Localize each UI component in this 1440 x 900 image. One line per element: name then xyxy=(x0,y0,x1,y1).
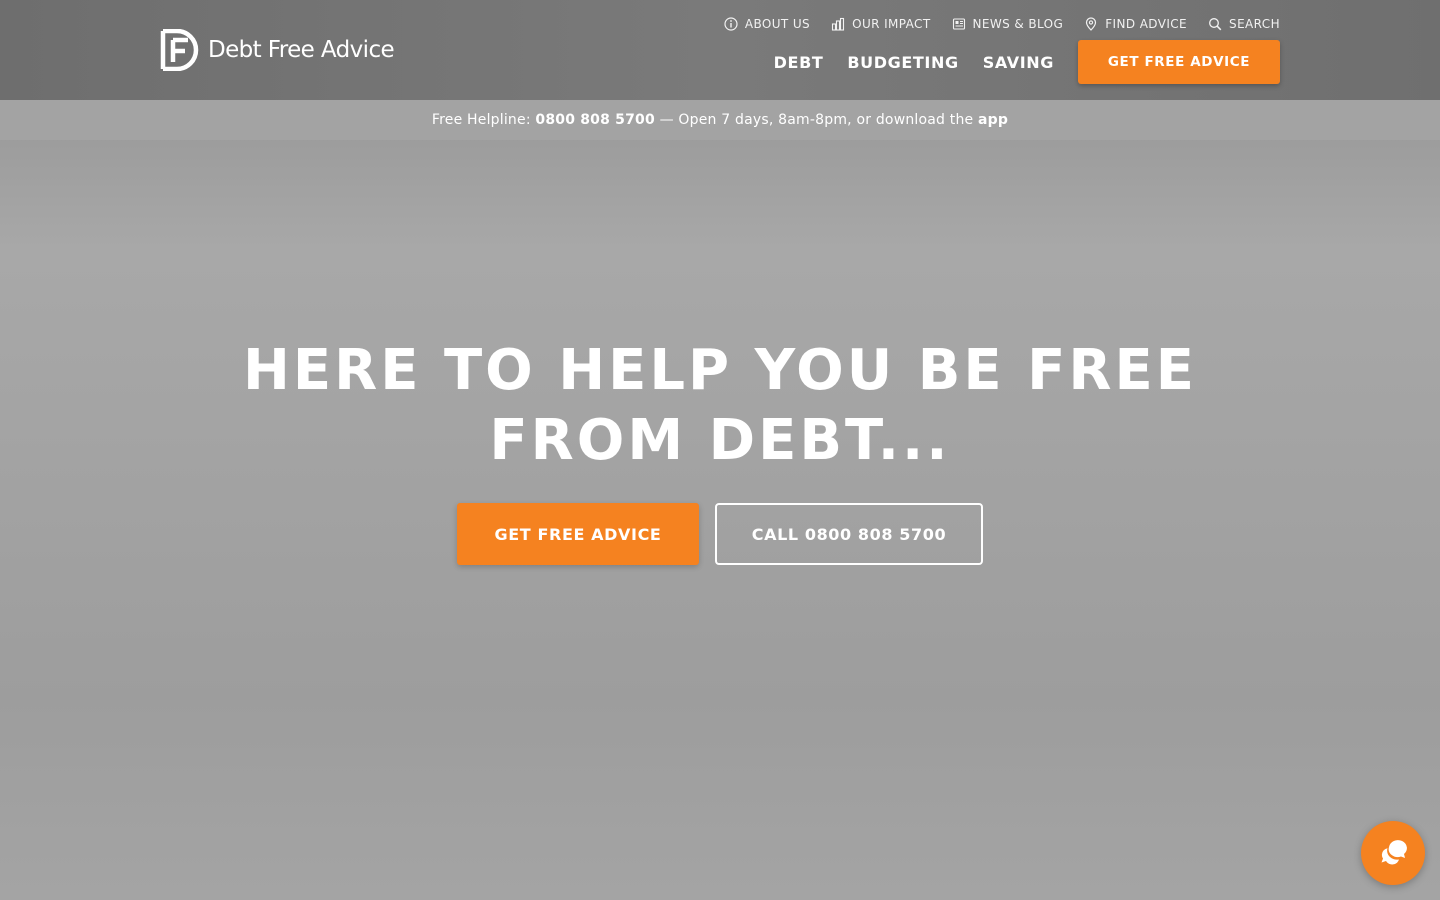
chat-widget-button[interactable] xyxy=(1361,821,1425,885)
utility-link-label: NEWS & BLOG xyxy=(972,17,1064,31)
utility-link-label: OUR IMPACT xyxy=(852,17,931,31)
search-icon xyxy=(1209,18,1222,31)
hero-call-button[interactable]: CALL 0800 808 5700 xyxy=(715,503,983,565)
utility-link-find-advice[interactable]: FIND ADVICE xyxy=(1084,17,1187,31)
app-link[interactable]: app xyxy=(978,112,1008,128)
info-icon xyxy=(724,17,738,31)
helpline-number: 0800 808 5700 xyxy=(535,112,655,128)
site-header: Debt Free Advice ABOUT US OUR IMPACT NEW… xyxy=(0,0,1440,100)
utility-link-our-impact[interactable]: OUR IMPACT xyxy=(831,17,930,31)
utility-nav: ABOUT US OUR IMPACT NEWS & BLOG FIND ADV… xyxy=(724,14,1280,34)
header-get-free-advice-button[interactable]: GET FREE ADVICE xyxy=(1078,40,1280,84)
newspaper-icon xyxy=(952,18,965,30)
utility-link-about-us[interactable]: ABOUT US xyxy=(724,17,810,31)
utility-link-label: SEARCH xyxy=(1229,17,1280,31)
helpline-bar: Free Helpline: 0800 808 5700 — Open 7 da… xyxy=(0,100,1440,140)
utility-link-label: ABOUT US xyxy=(744,17,811,31)
utility-link-search[interactable]: SEARCH xyxy=(1208,17,1280,31)
logo-text: Debt Free Advice xyxy=(208,37,395,63)
logo-mark-icon xyxy=(160,29,199,71)
hero-buttons: GET FREE ADVICE CALL 0800 808 5700 xyxy=(0,503,1440,565)
chat-icon xyxy=(1381,840,1407,865)
main-nav-budgeting[interactable]: BUDGETING xyxy=(847,53,958,72)
main-nav-debt[interactable]: DEBT xyxy=(774,53,824,72)
main-nav-saving[interactable]: SAVING xyxy=(983,53,1054,72)
map-pin-icon xyxy=(1086,17,1097,31)
helpline-prefix: Free Helpline: xyxy=(431,112,531,128)
logo-link[interactable]: Debt Free Advice xyxy=(160,29,395,71)
hero-title: HERE TO HELP YOU BE FREE FROM DEBT... xyxy=(242,338,1198,473)
main-nav: DEBT BUDGETING SAVING GET FREE ADVICE xyxy=(774,40,1280,84)
utility-link-news-blog[interactable]: NEWS & BLOG xyxy=(952,17,1064,31)
bar-chart-icon xyxy=(832,17,845,31)
helpline-suffix: — Open 7 days, 8am-8pm, or download the xyxy=(659,112,974,128)
utility-link-label: FIND ADVICE xyxy=(1105,17,1188,31)
hero-get-free-advice-button[interactable]: GET FREE ADVICE xyxy=(457,503,699,565)
